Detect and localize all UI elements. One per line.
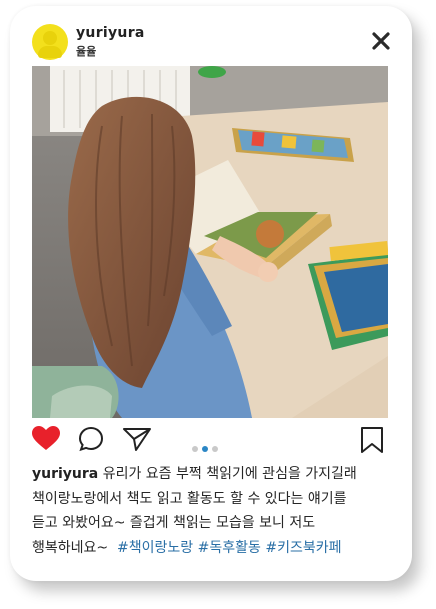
caption-line: 책이랑노랑에서 책도 읽고 활동도 할 수 있다는 얘기를 xyxy=(32,490,347,507)
hashtag-link[interactable]: #키즈북카페 xyxy=(265,540,341,556)
post-username[interactable]: yuriyura xyxy=(76,25,145,41)
heart-icon[interactable] xyxy=(32,426,60,452)
close-icon[interactable] xyxy=(370,30,392,52)
hashtag-link[interactable]: #책이랑노랑 xyxy=(117,540,193,556)
caption-line: 듣고 와봤어요~ 즐겁게 책읽는 모습을 보니 저도 xyxy=(32,515,316,531)
post-caption: yuriyura 유리가 요즘 부쩍 책읽기에 관심을 가지길래 책이랑노랑에서… xyxy=(32,462,404,560)
carousel-dot-active[interactable] xyxy=(202,446,208,452)
carousel-indicator[interactable] xyxy=(192,437,222,456)
post-header: yuriyura 율율 xyxy=(32,22,402,62)
share-icon[interactable] xyxy=(122,426,152,452)
post-actions xyxy=(32,424,388,456)
post-card: yuriyura 율율 yuriyura 유리가 요즘 부쩍 책읽기에 관심을 … xyxy=(10,6,412,581)
caption-username[interactable]: yuriyura xyxy=(32,466,98,482)
carousel-dot[interactable] xyxy=(192,446,198,452)
user-avatar-icon[interactable] xyxy=(32,24,68,60)
caption-line: 행복하네요~ xyxy=(32,539,109,556)
carousel-dot[interactable] xyxy=(212,446,218,452)
post-photo xyxy=(32,66,388,418)
bookmark-icon[interactable] xyxy=(360,426,384,454)
hashtag-link[interactable]: #독후활동 xyxy=(198,540,261,556)
caption-line: 유리가 요즘 부쩍 책읽기에 관심을 가지길래 xyxy=(102,466,357,482)
comment-icon[interactable] xyxy=(78,426,104,452)
post-subtitle: 율율 xyxy=(76,45,97,58)
